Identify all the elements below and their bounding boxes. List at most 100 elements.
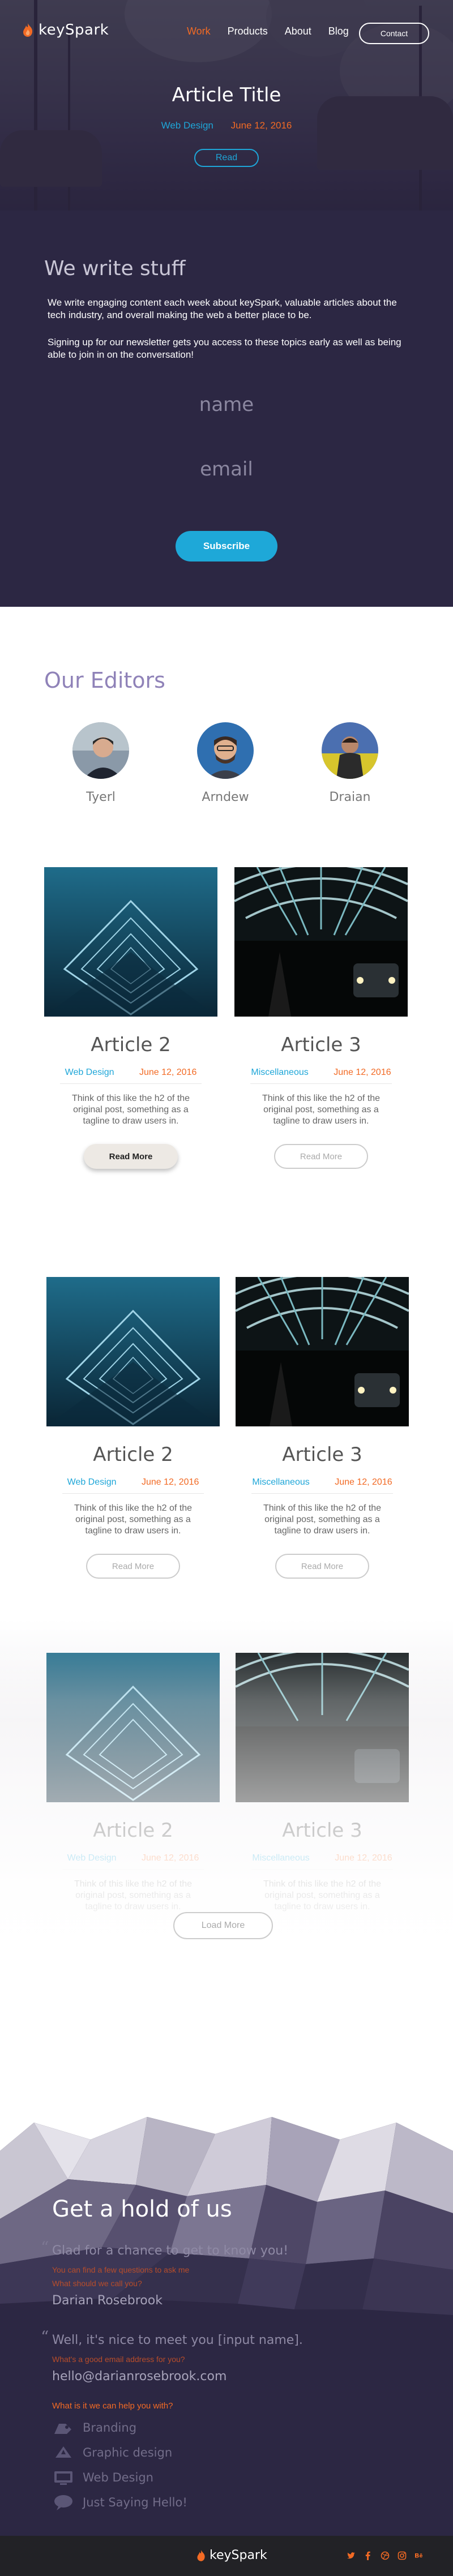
nav-item-products[interactable]: Products: [228, 25, 268, 37]
newsletter-section: We write stuff We write engaging content…: [0, 211, 453, 607]
editor-name: Tyerl: [86, 790, 116, 804]
flame-icon: [197, 2549, 205, 2561]
article-date: June 12, 2016: [141, 1853, 199, 1863]
subscribe-button[interactable]: Subscribe: [176, 531, 277, 562]
option-web-design[interactable]: Web Design: [52, 2469, 153, 2486]
quote-icon: “: [41, 2328, 49, 2346]
option-hello[interactable]: Just Saying Hello!: [52, 2494, 187, 2511]
article-date: June 12, 2016: [335, 1477, 392, 1487]
graphic-design-icon: [52, 2444, 75, 2461]
hero-title: Article Title: [172, 84, 281, 106]
editors-heading: Our Editors: [44, 668, 165, 693]
hero-section: keySpark Work Products About Blog Contac…: [0, 0, 453, 211]
avatar: [197, 722, 254, 779]
top-nav: keySpark Work Products About Blog Contac…: [0, 0, 453, 68]
article-date: June 12, 2016: [335, 1853, 392, 1863]
article-description: Think of this like the h2 of the origina…: [74, 1503, 193, 1536]
question-email-prompt: What's a good email address for you?: [52, 2355, 185, 2364]
article-category[interactable]: Miscellaneous: [252, 1477, 309, 1487]
article-description: Think of this like the h2 of the origina…: [74, 1879, 193, 1911]
article-title[interactable]: Article 2: [44, 1034, 217, 1056]
hero-meta: Web Design June 12, 2016: [0, 120, 453, 131]
read-more-button[interactable]: Read More: [84, 1144, 178, 1169]
question-help: What is it we can help you with?: [52, 2401, 173, 2411]
option-label: Graphic design: [83, 2446, 173, 2459]
article-card[interactable]: Article 3 Miscellaneous June 12, 2016 Th…: [236, 1653, 409, 1913]
footer: keySpark: [0, 2536, 453, 2576]
article-image[interactable]: [46, 1277, 220, 1426]
contact-section: Get a hold of us “ Glad for a chance to …: [0, 2117, 453, 2536]
hero-date: June 12, 2016: [230, 120, 292, 131]
article-title[interactable]: Article 3: [234, 1034, 408, 1056]
option-label: Just Saying Hello!: [83, 2496, 187, 2509]
name-input[interactable]: [102, 391, 351, 419]
article-title[interactable]: Article 2: [46, 1443, 220, 1466]
article-meta: Miscellaneous June 12, 2016: [250, 1068, 392, 1084]
article-image[interactable]: [44, 867, 217, 1017]
article-title[interactable]: Article 3: [236, 1443, 409, 1466]
nav-item-blog[interactable]: Blog: [328, 25, 349, 37]
question-greeting: Well, it's nice to meet you [input name]…: [52, 2333, 303, 2347]
article-category[interactable]: Web Design: [67, 1853, 117, 1863]
article-date: June 12, 2016: [141, 1477, 199, 1487]
newsletter-signup-text: Signing up for our newsletter gets you a…: [48, 337, 401, 360]
option-branding[interactable]: Branding: [52, 2419, 136, 2436]
name-answer[interactable]: Darian Rosebrook: [52, 2294, 163, 2308]
read-more-button[interactable]: Read More: [86, 1554, 180, 1579]
nav-links: Work Products About Blog: [187, 25, 366, 37]
load-more-button[interactable]: Load More: [173, 1912, 273, 1939]
instagram-icon[interactable]: [398, 2551, 407, 2560]
editor-card[interactable]: Tyerl: [55, 722, 146, 804]
contact-heading: Get a hold of us: [52, 2196, 232, 2222]
nav-item-work[interactable]: Work: [187, 25, 211, 37]
dribbble-icon[interactable]: [381, 2551, 390, 2560]
web-design-icon: [52, 2469, 75, 2486]
footer-brand: keySpark: [210, 2548, 267, 2562]
article-meta: Web Design June 12, 2016: [60, 1068, 202, 1084]
article-category[interactable]: Miscellaneous: [252, 1853, 309, 1863]
contact-button[interactable]: Contact: [359, 23, 429, 44]
article-title[interactable]: Article 3: [236, 1819, 409, 1842]
article-card[interactable]: Article 2 Web Design June 12, 2016 Think…: [46, 1653, 220, 1913]
nav-item-about[interactable]: About: [285, 25, 311, 37]
article-card[interactable]: Article 3 Miscellaneous June 12, 2016 Th…: [236, 1277, 409, 1579]
article-card[interactable]: Article 2 Web Design June 12, 2016 Think…: [44, 867, 217, 1169]
article-category[interactable]: Miscellaneous: [251, 1068, 308, 1077]
hero-read-button[interactable]: Read: [194, 149, 259, 167]
read-more-button[interactable]: Read More: [275, 1554, 369, 1579]
speech-bubble-icon: [52, 2494, 75, 2511]
read-more-button[interactable]: Read More: [274, 1144, 368, 1169]
article-description: Think of this like the h2 of the origina…: [263, 1503, 382, 1536]
branding-icon: [52, 2419, 75, 2436]
behance-icon[interactable]: [414, 2551, 424, 2560]
email-answer[interactable]: hello@darianrosebrook.com: [52, 2369, 226, 2384]
article-image[interactable]: [46, 1653, 220, 1802]
editor-card[interactable]: Draian: [305, 722, 395, 804]
hero-category[interactable]: Web Design: [161, 120, 213, 131]
article-date: June 12, 2016: [334, 1068, 391, 1077]
article-card[interactable]: Article 3 Miscellaneous June 12, 2016 Th…: [234, 867, 408, 1169]
article-image[interactable]: [234, 867, 408, 1017]
brand-logo[interactable]: keySpark: [22, 22, 109, 38]
article-meta: Miscellaneous June 12, 2016: [251, 1477, 393, 1494]
email-input[interactable]: [102, 455, 351, 483]
article-image[interactable]: [236, 1653, 409, 1802]
editor-card[interactable]: Arndew: [180, 722, 271, 804]
article-card[interactable]: Article 2 Web Design June 12, 2016 Think…: [46, 1277, 220, 1579]
question-intro: Glad for a chance to get to know you!: [52, 2244, 289, 2258]
option-graphic-design[interactable]: Graphic design: [52, 2444, 172, 2461]
facebook-icon[interactable]: [364, 2551, 373, 2560]
article-title[interactable]: Article 2: [46, 1819, 220, 1842]
article-image[interactable]: [236, 1277, 409, 1426]
article-description: Think of this like the h2 of the origina…: [71, 1094, 190, 1126]
article-meta: Web Design June 12, 2016: [62, 1853, 204, 1870]
article-category[interactable]: Web Design: [67, 1477, 117, 1487]
quote-icon: “: [41, 2238, 49, 2257]
article-date: June 12, 2016: [139, 1068, 197, 1077]
article-category[interactable]: Web Design: [65, 1068, 114, 1077]
article-meta: Miscellaneous June 12, 2016: [251, 1853, 393, 1870]
footer-logo[interactable]: keySpark: [196, 2548, 267, 2562]
avatar: [72, 722, 129, 779]
option-label: Web Design: [83, 2471, 153, 2484]
twitter-icon[interactable]: [347, 2551, 356, 2560]
